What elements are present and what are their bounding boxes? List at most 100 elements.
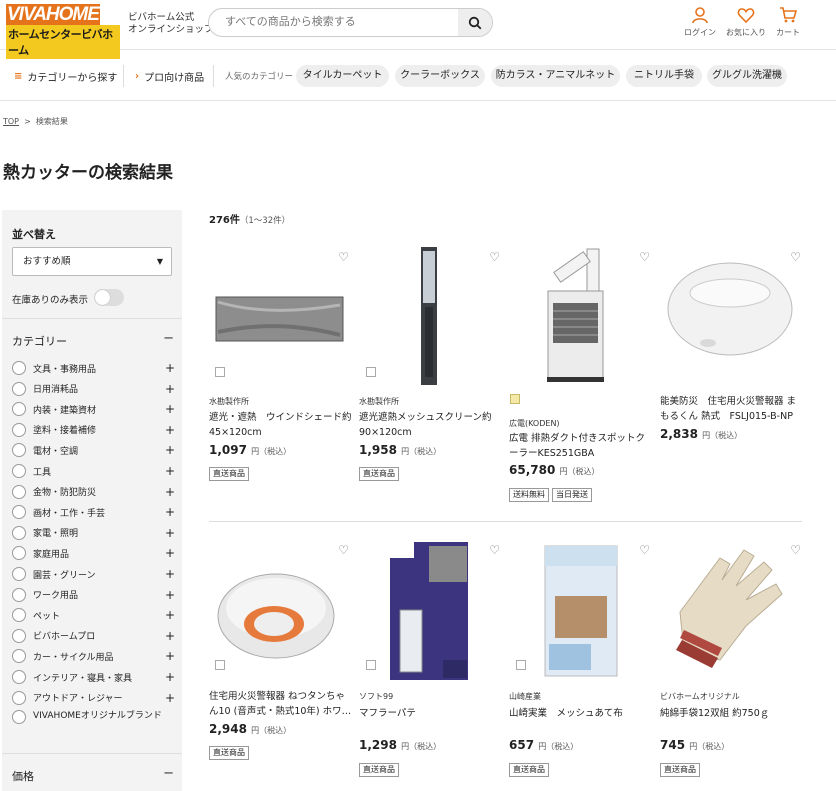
favorite-heart-icon[interactable]: ♡ (489, 543, 500, 557)
favorites-button[interactable]: お気に入り (723, 6, 769, 38)
product-name[interactable]: マフラーパテ (359, 706, 502, 721)
expand-plus-icon[interactable]: + (165, 670, 175, 684)
zoom-icon[interactable] (215, 367, 225, 377)
expand-plus-icon[interactable]: + (165, 443, 175, 457)
category-item[interactable]: 園芸・グリーン + (12, 564, 175, 584)
category-item[interactable]: カー・サイクル用品 + (12, 646, 175, 666)
category-item[interactable]: ペット + (12, 605, 175, 625)
radio-button[interactable] (12, 505, 26, 520)
category-item[interactable]: インテリア・寝具・家具 + (12, 667, 175, 687)
category-item[interactable]: 内装・建築資材 + (12, 399, 175, 419)
radio-button[interactable] (12, 361, 26, 375)
radio-button[interactable] (12, 443, 26, 458)
collapse-minus-icon[interactable]: − (163, 331, 174, 346)
radio-button[interactable] (12, 381, 26, 396)
product-image[interactable] (359, 540, 502, 683)
expand-plus-icon[interactable]: + (165, 423, 175, 437)
zoom-icon[interactable] (366, 660, 376, 670)
expand-plus-icon[interactable]: + (165, 361, 175, 375)
radio-button[interactable] (12, 546, 26, 561)
category-menu-button[interactable]: ≡ カテゴリーから探す (14, 69, 117, 84)
chip-nitrile-gloves[interactable]: ニトリル手袋 (626, 65, 702, 87)
zoom-icon[interactable] (516, 660, 526, 670)
product-name[interactable]: 能美防災 住宅用火災警報器 まもるくん 熱式 FSLJ015-B-NP (660, 394, 803, 424)
category-item[interactable]: ビバホームプロ + (12, 626, 175, 646)
expand-plus-icon[interactable]: + (165, 464, 175, 478)
product-image[interactable] (208, 247, 351, 390)
expand-plus-icon[interactable]: + (165, 402, 175, 416)
radio-button[interactable] (12, 710, 26, 725)
favorite-heart-icon[interactable]: ♡ (338, 250, 349, 264)
login-button[interactable]: ログイン (680, 6, 720, 38)
radio-button[interactable] (12, 649, 26, 664)
favorite-heart-icon[interactable]: ♡ (790, 250, 801, 264)
product-image[interactable] (509, 540, 652, 683)
category-item[interactable]: アウトドア・レジャー + (12, 688, 175, 708)
product-image[interactable] (660, 247, 803, 390)
product-name[interactable]: 遮光・遮熱 ウインドシェード約45×120cm (209, 410, 352, 440)
category-item[interactable]: 画材・工作・手芸 + (12, 502, 175, 522)
collapse-minus-icon[interactable]: − (163, 766, 174, 781)
category-item[interactable]: 日用消耗品 + (12, 379, 175, 399)
expand-plus-icon[interactable]: + (165, 485, 175, 499)
search-button[interactable] (458, 9, 492, 36)
product-name[interactable]: 広電 排熱ダクト付きスポットクーラーKES251GBA (509, 431, 652, 461)
category-item[interactable]: 工具 + (12, 461, 175, 481)
cart-button[interactable]: カート (768, 6, 808, 38)
stock-toggle[interactable] (94, 289, 124, 306)
expand-plus-icon[interactable]: + (165, 649, 175, 663)
category-item[interactable]: ワーク用品 + (12, 585, 175, 605)
expand-plus-icon[interactable]: + (165, 629, 175, 643)
category-item[interactable]: 家電・照明 + (12, 523, 175, 543)
favorite-heart-icon[interactable]: ♡ (338, 543, 349, 557)
product-name[interactable]: 遮光遮熱メッシュスクリーン約90×120cm (359, 410, 502, 440)
zoom-icon[interactable] (366, 367, 376, 377)
search-input[interactable] (225, 15, 455, 28)
color-swatch[interactable] (510, 394, 520, 404)
pro-products-link[interactable]: › プロ向け商品 (135, 69, 204, 84)
expand-plus-icon[interactable]: + (165, 567, 175, 581)
chip-animal-net[interactable]: 防カラス・アニマルネット (491, 65, 620, 87)
radio-button[interactable] (12, 402, 26, 417)
radio-button[interactable] (12, 567, 26, 581)
favorite-heart-icon[interactable]: ♡ (639, 543, 650, 557)
category-item[interactable]: VIVAHOMEオリジナルブランド (12, 710, 175, 740)
category-item[interactable]: 金物・防犯防災 + (12, 482, 175, 502)
favorite-heart-icon[interactable]: ♡ (639, 250, 650, 264)
category-item[interactable]: 電材・空調 + (12, 440, 175, 460)
chip-washing-machine[interactable]: グルグル洗濯機 (707, 65, 787, 87)
category-item[interactable]: 家庭用品 + (12, 543, 175, 563)
radio-button[interactable] (12, 690, 26, 705)
radio-button[interactable] (12, 525, 26, 540)
product-image[interactable] (208, 540, 351, 683)
product-name[interactable]: 住宅用火災警報器 ねつタンちゃん10 (音声式・熱式10年) ホワ… (209, 689, 352, 719)
favorite-heart-icon[interactable]: ♡ (790, 543, 801, 557)
radio-button[interactable] (12, 628, 26, 643)
radio-button[interactable] (12, 587, 26, 602)
radio-button[interactable] (12, 608, 26, 623)
product-image[interactable] (509, 247, 652, 390)
product-image[interactable] (660, 540, 803, 683)
category-item[interactable]: 文具・事務用品 + (12, 358, 175, 378)
radio-button[interactable] (12, 464, 26, 478)
expand-plus-icon[interactable]: + (165, 505, 175, 519)
zoom-icon[interactable] (215, 660, 225, 670)
product-name[interactable]: 山崎実業 メッシュあて布 (509, 706, 652, 721)
chip-cooler-box[interactable]: クーラーボックス (395, 65, 485, 87)
category-item[interactable]: 塗料・接着補修 + (12, 420, 175, 440)
expand-plus-icon[interactable]: + (165, 588, 175, 602)
sort-select[interactable]: おすすめ順 ▼ (12, 247, 172, 276)
favorite-heart-icon[interactable]: ♡ (489, 250, 500, 264)
expand-plus-icon[interactable]: + (165, 526, 175, 540)
expand-plus-icon[interactable]: + (165, 382, 175, 396)
expand-plus-icon[interactable]: + (165, 546, 175, 560)
site-logo[interactable]: VIVAHOME ホームセンタービバホーム (6, 4, 120, 59)
radio-button[interactable] (12, 670, 26, 684)
chip-tile-carpet[interactable]: タイルカーペット (296, 65, 389, 87)
radio-button[interactable] (12, 422, 26, 437)
expand-plus-icon[interactable]: + (165, 691, 175, 705)
breadcrumb-top-link[interactable]: TOP (3, 117, 19, 126)
expand-plus-icon[interactable]: + (165, 608, 175, 622)
product-image[interactable] (359, 247, 502, 390)
product-name[interactable]: 純綿手袋12双組 約750ｇ (660, 706, 803, 721)
